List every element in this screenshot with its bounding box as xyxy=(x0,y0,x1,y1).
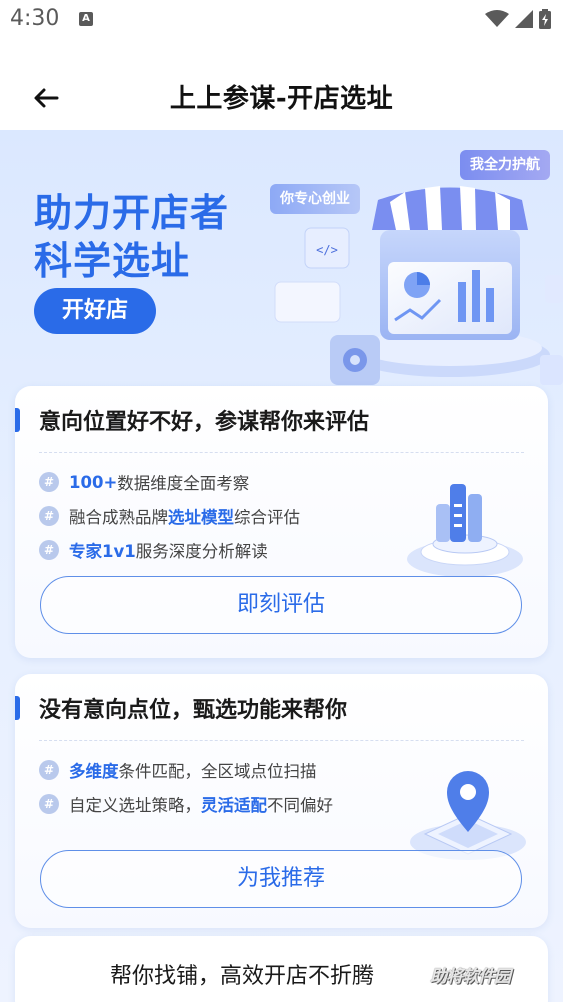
hash-icon: # xyxy=(39,506,59,526)
feature-item: # 多维度 条件匹配，全区域点位扫描 xyxy=(39,758,317,782)
hero-pill: 开好店 xyxy=(34,288,156,334)
tagline: 帮你找铺，高效开店不折腾 xyxy=(110,964,375,989)
tagline-card: 帮你找铺，高效开店不折腾 助将软件园 xyxy=(15,936,548,1002)
title-accent-bar xyxy=(15,408,20,432)
hero-bubble-2: 我全力护航 xyxy=(460,150,550,180)
evaluate-card-title: 意向位置好不好，参谋帮你来评估 xyxy=(39,410,370,435)
signal-icon xyxy=(515,10,533,28)
feature-item: # 融合成熟品牌 选址模型 综合评估 xyxy=(39,504,300,528)
evaluate-card: 意向位置好不好，参谋帮你来评估 # 100+ 数据维度全面考察 # 融合成熟品牌… xyxy=(15,386,548,658)
hero-bubble-1: 你专心创业 xyxy=(270,184,360,214)
map-pin-illustration xyxy=(410,771,526,860)
svg-text:</>: </> xyxy=(316,243,338,257)
watermark: 助将软件园 xyxy=(430,967,511,987)
evaluate-now-button[interactable]: 即刻评估 xyxy=(40,576,522,634)
title-accent-bar xyxy=(15,696,20,720)
hero-headline-1: 助力开店者 xyxy=(34,191,230,235)
divider xyxy=(39,740,524,741)
battery-charging-icon xyxy=(539,9,551,29)
page-title: 上上参谋-开店选址 xyxy=(169,84,394,114)
notification-icon: A xyxy=(79,12,93,26)
content-area[interactable]: </> 助力开店者 科学选址 开好店 你专心创业 我全力护航 意向位置好不好，参… xyxy=(0,130,563,1002)
feature-item: # 100+ 数据维度全面考察 xyxy=(39,470,249,494)
feature-item: # 自定义选址策略， 灵活适配 不同偏好 xyxy=(39,792,333,816)
hero-banner: </> 助力开店者 科学选址 开好店 你专心创业 我全力护航 xyxy=(0,130,563,392)
status-time: 4:30 xyxy=(10,6,60,31)
hash-icon: # xyxy=(39,540,59,560)
recommend-for-me-button[interactable]: 为我推荐 xyxy=(40,850,522,908)
nav-bar: 上上参谋-开店选址 xyxy=(0,40,563,130)
recommend-card-title: 没有意向点位，甄选功能来帮你 xyxy=(39,698,348,723)
hash-icon: # xyxy=(39,760,59,780)
hero-headline-2: 科学选址 xyxy=(34,239,191,283)
divider xyxy=(39,452,524,453)
status-icons xyxy=(485,9,551,29)
data-tower-illustration xyxy=(407,484,523,577)
wifi-icon xyxy=(485,10,509,27)
feature-item: # 专家1v1 服务深度分析解读 xyxy=(39,538,268,562)
hash-icon: # xyxy=(39,472,59,492)
status-bar: 4:30 A xyxy=(0,0,563,40)
recommend-card: 没有意向点位，甄选功能来帮你 # 多维度 条件匹配，全区域点位扫描 # 自定义选… xyxy=(15,674,548,928)
hash-icon: # xyxy=(39,794,59,814)
